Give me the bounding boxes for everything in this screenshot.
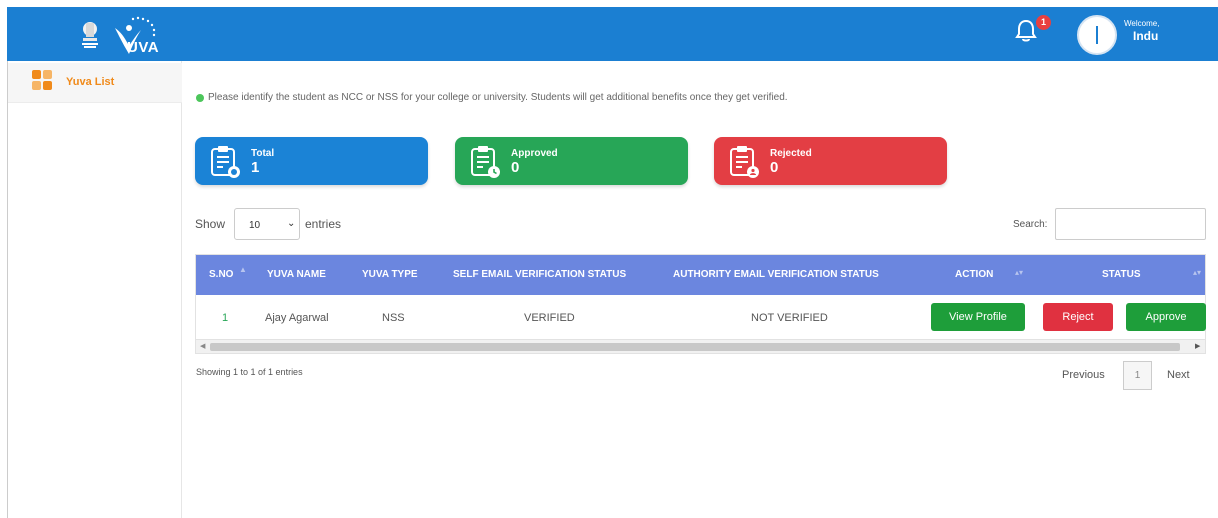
welcome-label: Welcome, bbox=[1124, 19, 1160, 28]
next-page-link[interactable]: Next bbox=[1167, 369, 1190, 381]
sort-icon[interactable]: ▴▾ bbox=[1193, 268, 1201, 277]
scroll-left-icon[interactable]: ◀ bbox=[200, 342, 205, 350]
cell-yuva-type: NSS bbox=[382, 312, 405, 324]
username-label[interactable]: Indu bbox=[1133, 29, 1158, 43]
verification-notice: Please identify the student as NCC or NS… bbox=[196, 92, 788, 103]
search-input[interactable] bbox=[1055, 208, 1206, 240]
column-header-sno[interactable]: S.NO bbox=[209, 269, 233, 280]
page-1-button[interactable]: 1 bbox=[1123, 361, 1152, 390]
total-value: 1 bbox=[251, 159, 260, 176]
cell-authority-email-status: NOT VERIFIED bbox=[751, 312, 828, 324]
search-label: Search: bbox=[1013, 219, 1048, 230]
chevron-down-icon: ⌄ bbox=[287, 218, 296, 229]
entries-select-value: 10 bbox=[249, 220, 261, 231]
table-info: Showing 1 to 1 of 1 entries bbox=[196, 367, 303, 377]
column-header-authority-email-status[interactable]: AUTHORITY EMAIL VERIFICATION STATUS bbox=[673, 269, 879, 280]
table-header: S.NO ▲ YUVA NAME YUVA TYPE SELF EMAIL VE… bbox=[196, 255, 1205, 295]
entries-label: entries bbox=[305, 217, 342, 231]
entries-per-page-select[interactable]: 10 ⌄ bbox=[234, 208, 300, 240]
avatar-glyph bbox=[1096, 26, 1098, 44]
rejected-card[interactable]: Rejected 0 bbox=[714, 137, 947, 185]
rejected-value: 0 bbox=[770, 159, 779, 176]
sort-icon[interactable]: ▴▾ bbox=[1015, 268, 1023, 277]
national-emblem-icon bbox=[82, 22, 98, 48]
clipboard-user-icon bbox=[730, 146, 759, 178]
total-card[interactable]: Total 1 bbox=[195, 137, 428, 185]
sidebar-item-label: Yuva List bbox=[66, 76, 115, 88]
sidebar: Yuva List bbox=[7, 61, 182, 518]
scrollbar-thumb[interactable] bbox=[210, 343, 1180, 351]
column-header-status[interactable]: STATUS bbox=[1102, 269, 1141, 280]
notification-badge: 1 bbox=[1036, 15, 1051, 30]
brand-text: UVA bbox=[127, 39, 160, 56]
column-header-yuva-type[interactable]: YUVA TYPE bbox=[362, 269, 418, 280]
approve-button[interactable]: Approve bbox=[1126, 303, 1206, 331]
notice-text: Please identify the student as NCC or NS… bbox=[208, 92, 788, 103]
green-dot-icon bbox=[196, 93, 204, 102]
show-label: Show bbox=[195, 217, 226, 231]
cell-sno: 1 bbox=[222, 312, 229, 324]
sort-icon[interactable]: ▲ bbox=[239, 265, 247, 274]
scroll-right-icon[interactable]: ▶ bbox=[1195, 342, 1200, 350]
column-header-self-email-status[interactable]: SELF EMAIL VERIFICATION STATUS bbox=[453, 269, 626, 280]
horizontal-scrollbar[interactable]: ◀ ▶ bbox=[196, 339, 1205, 353]
brand-logo[interactable]: UVA bbox=[79, 14, 179, 62]
reject-button[interactable]: Reject bbox=[1043, 303, 1113, 331]
column-header-yuva-name[interactable]: YUVA NAME bbox=[267, 269, 326, 280]
app-root: UVA 1 Welcome, Indu Yuva List Please ide… bbox=[0, 0, 1218, 518]
column-header-action[interactable]: ACTION bbox=[955, 269, 993, 280]
user-avatar[interactable] bbox=[1077, 15, 1117, 55]
sidebar-item-yuva-list[interactable]: Yuva List bbox=[8, 63, 182, 103]
cell-self-email-status: VERIFIED bbox=[524, 312, 575, 324]
view-profile-button[interactable]: View Profile bbox=[931, 303, 1025, 331]
yuva-table: S.NO ▲ YUVA NAME YUVA TYPE SELF EMAIL VE… bbox=[195, 254, 1206, 354]
grid-icon bbox=[32, 70, 52, 90]
rejected-label: Rejected bbox=[770, 148, 812, 159]
clipboard-icon bbox=[211, 146, 240, 178]
table-row: 1 Ajay Agarwal NSS VERIFIED NOT VERIFIED… bbox=[196, 295, 1206, 339]
clipboard-clock-icon bbox=[471, 146, 500, 178]
approved-card[interactable]: Approved 0 bbox=[455, 137, 688, 185]
cell-yuva-name: Ajay Agarwal bbox=[265, 312, 329, 324]
approved-value: 0 bbox=[511, 159, 520, 176]
top-navbar: UVA 1 Welcome, Indu bbox=[7, 7, 1218, 61]
approved-label: Approved bbox=[511, 148, 558, 159]
top-strip bbox=[0, 0, 1218, 7]
total-label: Total bbox=[251, 148, 275, 159]
previous-page-link[interactable]: Previous bbox=[1062, 369, 1105, 381]
